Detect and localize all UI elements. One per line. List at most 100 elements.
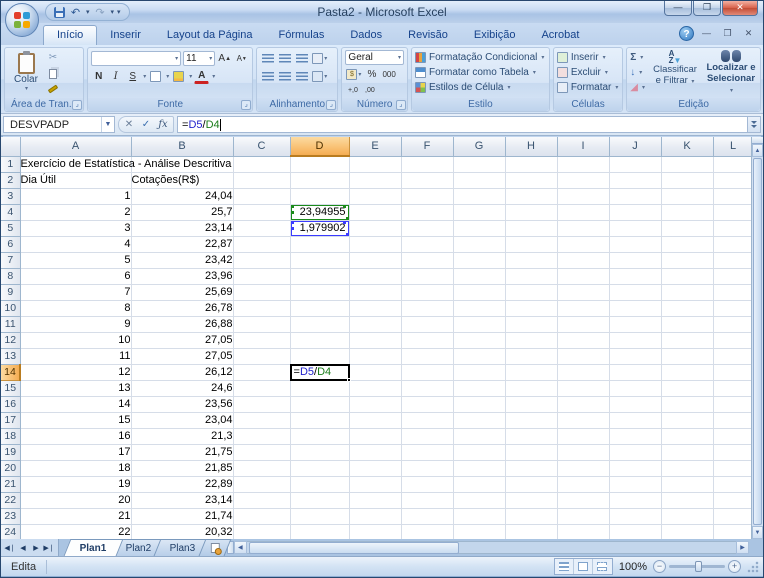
cell-A16[interactable]: 14 xyxy=(20,396,131,412)
cell-H4[interactable] xyxy=(505,204,557,220)
row-header-3[interactable]: 3 xyxy=(1,188,20,204)
cell-C22[interactable] xyxy=(233,492,290,508)
workbook-minimize-icon[interactable]: — xyxy=(698,27,715,41)
shrink-font-button[interactable]: A▼ xyxy=(234,51,249,66)
cell-G16[interactable] xyxy=(453,396,505,412)
first-sheet-icon[interactable]: ◀❘ xyxy=(4,544,16,552)
row-header-6[interactable]: 6 xyxy=(1,236,20,252)
cancel-icon[interactable]: ✕ xyxy=(121,119,137,130)
scroll-left-icon[interactable]: ◀ xyxy=(234,541,247,554)
row-header-19[interactable]: 19 xyxy=(1,444,20,460)
cell-B4[interactable]: 25,7 xyxy=(131,204,233,220)
cell-E4[interactable] xyxy=(349,204,401,220)
cell-A3[interactable]: 1 xyxy=(20,188,131,204)
cell-B11[interactable]: 26,88 xyxy=(131,316,233,332)
format-as-table-button[interactable]: Formatar como Tabela▾ xyxy=(415,65,546,80)
cell-L23[interactable] xyxy=(713,508,753,524)
cell-G23[interactable] xyxy=(453,508,505,524)
cell-K8[interactable] xyxy=(661,268,713,284)
cell-G11[interactable] xyxy=(453,316,505,332)
cell-J21[interactable] xyxy=(609,476,661,492)
cell-D21[interactable] xyxy=(290,476,349,492)
cell-D20[interactable] xyxy=(290,460,349,476)
column-header-B[interactable]: B xyxy=(131,137,233,156)
page-layout-view-button[interactable] xyxy=(574,559,593,574)
cell-C24[interactable] xyxy=(233,524,290,539)
cell-H24[interactable] xyxy=(505,524,557,539)
cell-D12[interactable] xyxy=(290,332,349,348)
cell-G4[interactable] xyxy=(453,204,505,220)
fill-color-button[interactable] xyxy=(171,69,186,84)
cell-L17[interactable] xyxy=(713,412,753,428)
cell-A8[interactable]: 6 xyxy=(20,268,131,284)
cell-J24[interactable] xyxy=(609,524,661,539)
cell-E17[interactable] xyxy=(349,412,401,428)
cell-D11[interactable] xyxy=(290,316,349,332)
redo-dropdown-icon[interactable]: ▾ xyxy=(111,8,115,16)
cell-G5[interactable] xyxy=(453,220,505,236)
cell-G1[interactable] xyxy=(453,156,505,172)
align-bottom-button[interactable] xyxy=(294,51,309,66)
cell-G3[interactable] xyxy=(453,188,505,204)
cell-E22[interactable] xyxy=(349,492,401,508)
cell-H21[interactable] xyxy=(505,476,557,492)
number-dialog-launcher-icon[interactable]: ⌟ xyxy=(396,100,406,110)
font-name-combo[interactable]: ▾ xyxy=(91,51,181,66)
cell-B15[interactable]: 24,6 xyxy=(131,380,233,396)
column-header-K[interactable]: K xyxy=(661,137,713,156)
cell-E9[interactable] xyxy=(349,284,401,300)
cell-B5[interactable]: 23,14 xyxy=(131,220,233,236)
italic-button[interactable]: I xyxy=(108,69,123,84)
cell-J10[interactable] xyxy=(609,300,661,316)
percent-button[interactable]: % xyxy=(364,67,379,82)
cell-K2[interactable] xyxy=(661,172,713,188)
cell-D10[interactable] xyxy=(290,300,349,316)
cell-E5[interactable] xyxy=(349,220,401,236)
cell-L6[interactable] xyxy=(713,236,753,252)
vertical-scrollbar[interactable]: ▲ ▼ xyxy=(751,137,763,539)
cell-D4[interactable]: 23,94955 xyxy=(290,204,349,220)
cell-C21[interactable] xyxy=(233,476,290,492)
cell-I24[interactable] xyxy=(557,524,609,539)
row-header-1[interactable]: 1 xyxy=(1,156,20,172)
paste-dropdown-icon[interactable]: ▾ xyxy=(25,85,28,92)
cell-A21[interactable]: 19 xyxy=(20,476,131,492)
scroll-right-icon[interactable]: ▶ xyxy=(736,541,749,554)
ribbon-tab-início[interactable]: Início xyxy=(43,25,97,45)
insert-cells-button[interactable]: Inserir▾ xyxy=(557,50,619,65)
cell-J17[interactable] xyxy=(609,412,661,428)
cell-A24[interactable]: 22 xyxy=(20,524,131,539)
cell-I19[interactable] xyxy=(557,444,609,460)
zoom-thumb[interactable] xyxy=(695,561,702,572)
cell-K6[interactable] xyxy=(661,236,713,252)
row-header-7[interactable]: 7 xyxy=(1,252,20,268)
cell-I22[interactable] xyxy=(557,492,609,508)
cell-I14[interactable] xyxy=(557,364,609,380)
cell-A13[interactable]: 11 xyxy=(20,348,131,364)
cell-A17[interactable]: 15 xyxy=(20,412,131,428)
cell-I4[interactable] xyxy=(557,204,609,220)
cell-F11[interactable] xyxy=(401,316,453,332)
row-header-5[interactable]: 5 xyxy=(1,220,20,236)
cell-B7[interactable]: 23,42 xyxy=(131,252,233,268)
cell-B19[interactable]: 21,75 xyxy=(131,444,233,460)
cell-I11[interactable] xyxy=(557,316,609,332)
column-header-H[interactable]: H xyxy=(505,137,557,156)
cell-I7[interactable] xyxy=(557,252,609,268)
name-box-dropdown-icon[interactable]: ▼ xyxy=(101,117,114,132)
row-header-20[interactable]: 20 xyxy=(1,460,20,476)
cell-D7[interactable] xyxy=(290,252,349,268)
align-right-button[interactable] xyxy=(294,69,309,84)
vertical-scroll-thumb[interactable] xyxy=(753,158,762,525)
cell-H15[interactable] xyxy=(505,380,557,396)
cell-D5[interactable]: 1,979902 xyxy=(290,220,349,236)
cell-D19[interactable] xyxy=(290,444,349,460)
row-header-21[interactable]: 21 xyxy=(1,476,20,492)
fill-button[interactable]: ↓▾ xyxy=(630,65,645,80)
cell-L19[interactable] xyxy=(713,444,753,460)
cell-B2[interactable]: Cotações(R$) xyxy=(131,172,233,188)
cell-B6[interactable]: 22,87 xyxy=(131,236,233,252)
cell-F20[interactable] xyxy=(401,460,453,476)
font-size-combo[interactable]: 11▾ xyxy=(183,51,215,66)
font-dialog-launcher-icon[interactable]: ⌟ xyxy=(241,100,251,110)
